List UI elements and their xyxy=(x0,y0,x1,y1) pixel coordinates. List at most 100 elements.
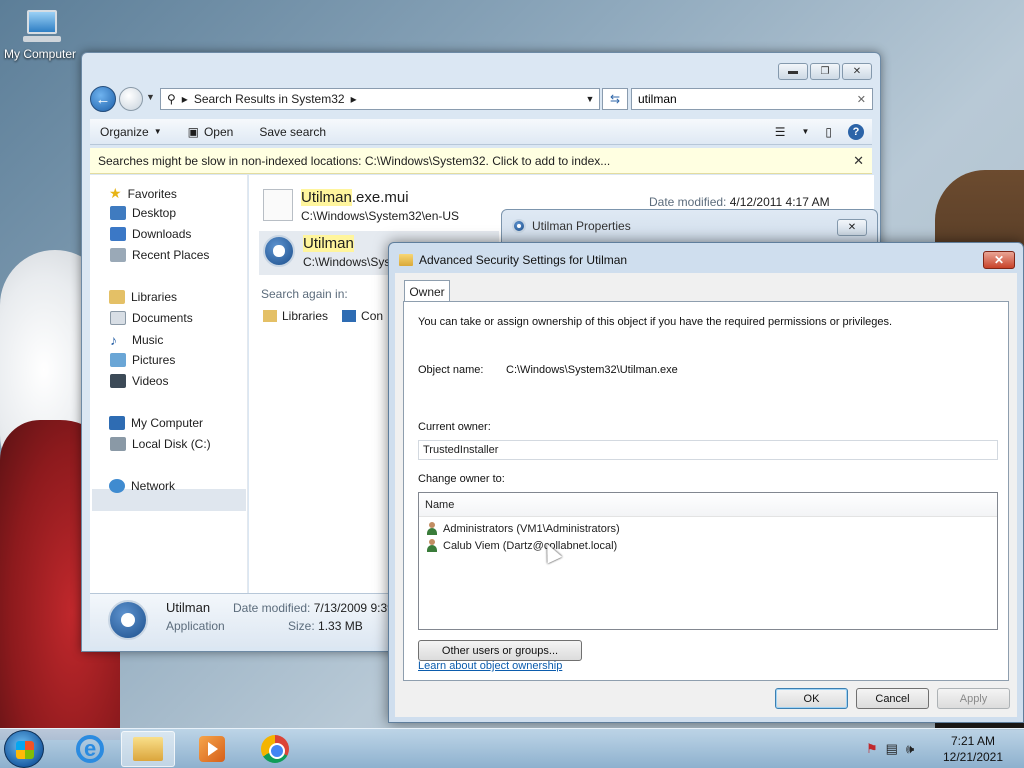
taskbar-chrome[interactable] xyxy=(248,731,302,767)
current-owner-field: TrustedInstaller xyxy=(418,440,998,460)
details-date-label: Date modified: xyxy=(233,601,311,615)
nav-label: Favorites xyxy=(127,186,177,201)
nav-recent-places[interactable]: Recent Places xyxy=(110,248,209,262)
navigation-bar: ← ▼ ⚲ ▸ Search Results in System32 ▸ ▼ ⇆… xyxy=(90,85,873,113)
tab-owner[interactable]: Owner xyxy=(404,280,450,302)
nav-favorites[interactable]: ★ Favorites xyxy=(109,185,177,202)
column-header-name[interactable]: Name xyxy=(419,493,997,517)
recent-places-icon xyxy=(110,248,126,262)
preview-pane-icon[interactable]: ▯ xyxy=(825,125,832,139)
forward-button[interactable] xyxy=(119,87,143,111)
chevron-down-icon[interactable]: ▼ xyxy=(801,127,809,136)
search-input[interactable] xyxy=(638,92,857,106)
list-item[interactable]: Calub Viem (Dartz@collabnet.local) xyxy=(419,537,997,554)
videos-icon xyxy=(110,374,126,388)
search-computer-link[interactable]: Con xyxy=(342,309,383,323)
clock-date: 12/21/2021 xyxy=(942,750,1004,764)
search-libraries-link[interactable]: Libraries xyxy=(263,309,328,323)
nav-label: Network xyxy=(131,479,176,493)
open-icon: ▣ xyxy=(187,124,199,139)
network-icon[interactable]: ▤ xyxy=(886,741,898,757)
close-icon[interactable]: ✕ xyxy=(853,153,864,169)
minimize-button[interactable]: ▬ xyxy=(778,63,808,80)
history-dropdown-icon[interactable]: ▼ xyxy=(146,92,155,102)
taskbar: ⚑ ▤ 🕪 7:21 AM 12/21/2021 xyxy=(0,728,1024,768)
computer-icon xyxy=(109,416,125,430)
clock-time: 7:21 AM xyxy=(950,734,996,748)
window-controls: ▬ ❐ ✕ xyxy=(778,63,872,80)
maximize-button[interactable]: ❐ xyxy=(810,63,840,80)
folder-icon xyxy=(399,254,413,266)
breadcrumb-arrow-icon[interactable]: ▸ xyxy=(351,92,357,106)
details-name: Utilman xyxy=(166,600,211,615)
clear-icon[interactable]: ✕ xyxy=(857,93,866,106)
date-label: Date modified: xyxy=(649,195,727,209)
nav-label: Music xyxy=(132,333,164,347)
nav-label: Videos xyxy=(132,374,169,388)
nav-libraries[interactable]: Libraries xyxy=(109,290,177,304)
desktop-icon-my-computer[interactable]: My Computer xyxy=(2,6,78,61)
index-infobar[interactable]: Searches might be slow in non-indexed lo… xyxy=(90,148,872,174)
back-button[interactable]: ← xyxy=(90,86,116,112)
close-button[interactable]: ✕ xyxy=(983,251,1015,269)
close-button[interactable]: ✕ xyxy=(837,219,867,236)
organize-label: Organize xyxy=(100,124,149,139)
nav-network[interactable]: Network xyxy=(109,479,175,493)
owner-list: Name Administrators (VM1\Administrators)… xyxy=(418,492,998,630)
nav-label: Downloads xyxy=(132,227,192,241)
details-size-label: Size: xyxy=(288,619,315,633)
file-path: C:\Windows\System32\en-US xyxy=(301,209,460,223)
ok-button[interactable]: OK xyxy=(775,688,848,709)
organize-button[interactable]: Organize ▼ xyxy=(100,125,162,139)
nav-documents[interactable]: Documents xyxy=(110,311,193,325)
chrome-icon xyxy=(261,735,289,763)
refresh-button[interactable]: ⇆ xyxy=(602,88,628,110)
nav-videos[interactable]: Videos xyxy=(110,374,168,388)
help-icon[interactable]: ? xyxy=(848,123,864,140)
current-owner-label: Current owner: xyxy=(418,421,491,433)
action-center-icon[interactable]: ⚑ xyxy=(866,741,878,757)
address-bar[interactable]: ⚲ ▸ Search Results in System32 ▸ ▼ xyxy=(160,88,600,110)
list-item[interactable]: Utilman.exe.mui C:\Windows\System32\en-U… xyxy=(263,189,459,223)
file-path: C:\Windows\Sys xyxy=(303,255,391,269)
nav-label: Documents xyxy=(132,311,193,325)
view-options-icon[interactable]: ☰ xyxy=(775,125,786,139)
details-type: Application xyxy=(166,619,225,633)
dialog-body: Owner You can take or assign ownership o… xyxy=(395,273,1017,717)
nav-downloads[interactable]: Downloads xyxy=(110,227,191,241)
learn-ownership-link[interactable]: Learn about object ownership xyxy=(418,660,562,672)
taskbar-internet-explorer[interactable] xyxy=(63,731,117,767)
file-name-highlight: Utilman xyxy=(303,235,354,252)
open-button[interactable]: ▣ Open xyxy=(188,125,234,139)
link-label: Libraries xyxy=(282,309,329,323)
file-icon xyxy=(263,189,293,221)
infobar-text: Searches might be slow in non-indexed lo… xyxy=(98,153,611,168)
nav-local-disk-label[interactable]: Local Disk (C:) xyxy=(110,437,211,451)
apply-button[interactable]: Apply xyxy=(937,688,1010,709)
computer-icon xyxy=(342,310,357,322)
list-item[interactable]: Administrators (VM1\Administrators) xyxy=(419,520,997,537)
taskbar-windows-explorer[interactable] xyxy=(121,731,175,767)
save-search-button[interactable]: Save search xyxy=(259,125,326,139)
taskbar-media-player[interactable] xyxy=(185,731,239,767)
desktop-icon-label: My Computer xyxy=(3,47,77,61)
clock[interactable]: 7:21 AM 12/21/2021 xyxy=(938,733,1008,765)
nav-pictures[interactable]: Pictures xyxy=(110,353,175,367)
computer-icon xyxy=(19,10,61,44)
nav-my-computer[interactable]: My Computer xyxy=(109,416,203,430)
other-users-button[interactable]: Other users or groups... xyxy=(418,640,582,661)
breadcrumb-arrow-icon[interactable]: ▸ xyxy=(182,92,188,106)
chevron-down-icon[interactable]: ▼ xyxy=(581,94,599,104)
owner-tab-pane: You can take or assign ownership of this… xyxy=(403,301,1009,681)
cancel-button[interactable]: Cancel xyxy=(856,688,929,709)
object-name-label: Object name: xyxy=(418,364,484,376)
navigation-pane: ★ Favorites Desktop Downloads Recent Plac… xyxy=(90,175,248,593)
file-name-rest: .exe.mui xyxy=(351,189,409,206)
nav-music[interactable]: ♪ Music xyxy=(110,332,163,348)
nav-desktop[interactable]: Desktop xyxy=(110,206,176,220)
start-button[interactable] xyxy=(4,730,44,768)
date-value: 4/12/2011 4:17 AM xyxy=(729,195,830,209)
close-button[interactable]: ✕ xyxy=(842,63,872,80)
volume-icon[interactable]: 🕪 xyxy=(906,741,914,757)
search-field[interactable]: ✕ xyxy=(631,88,873,110)
